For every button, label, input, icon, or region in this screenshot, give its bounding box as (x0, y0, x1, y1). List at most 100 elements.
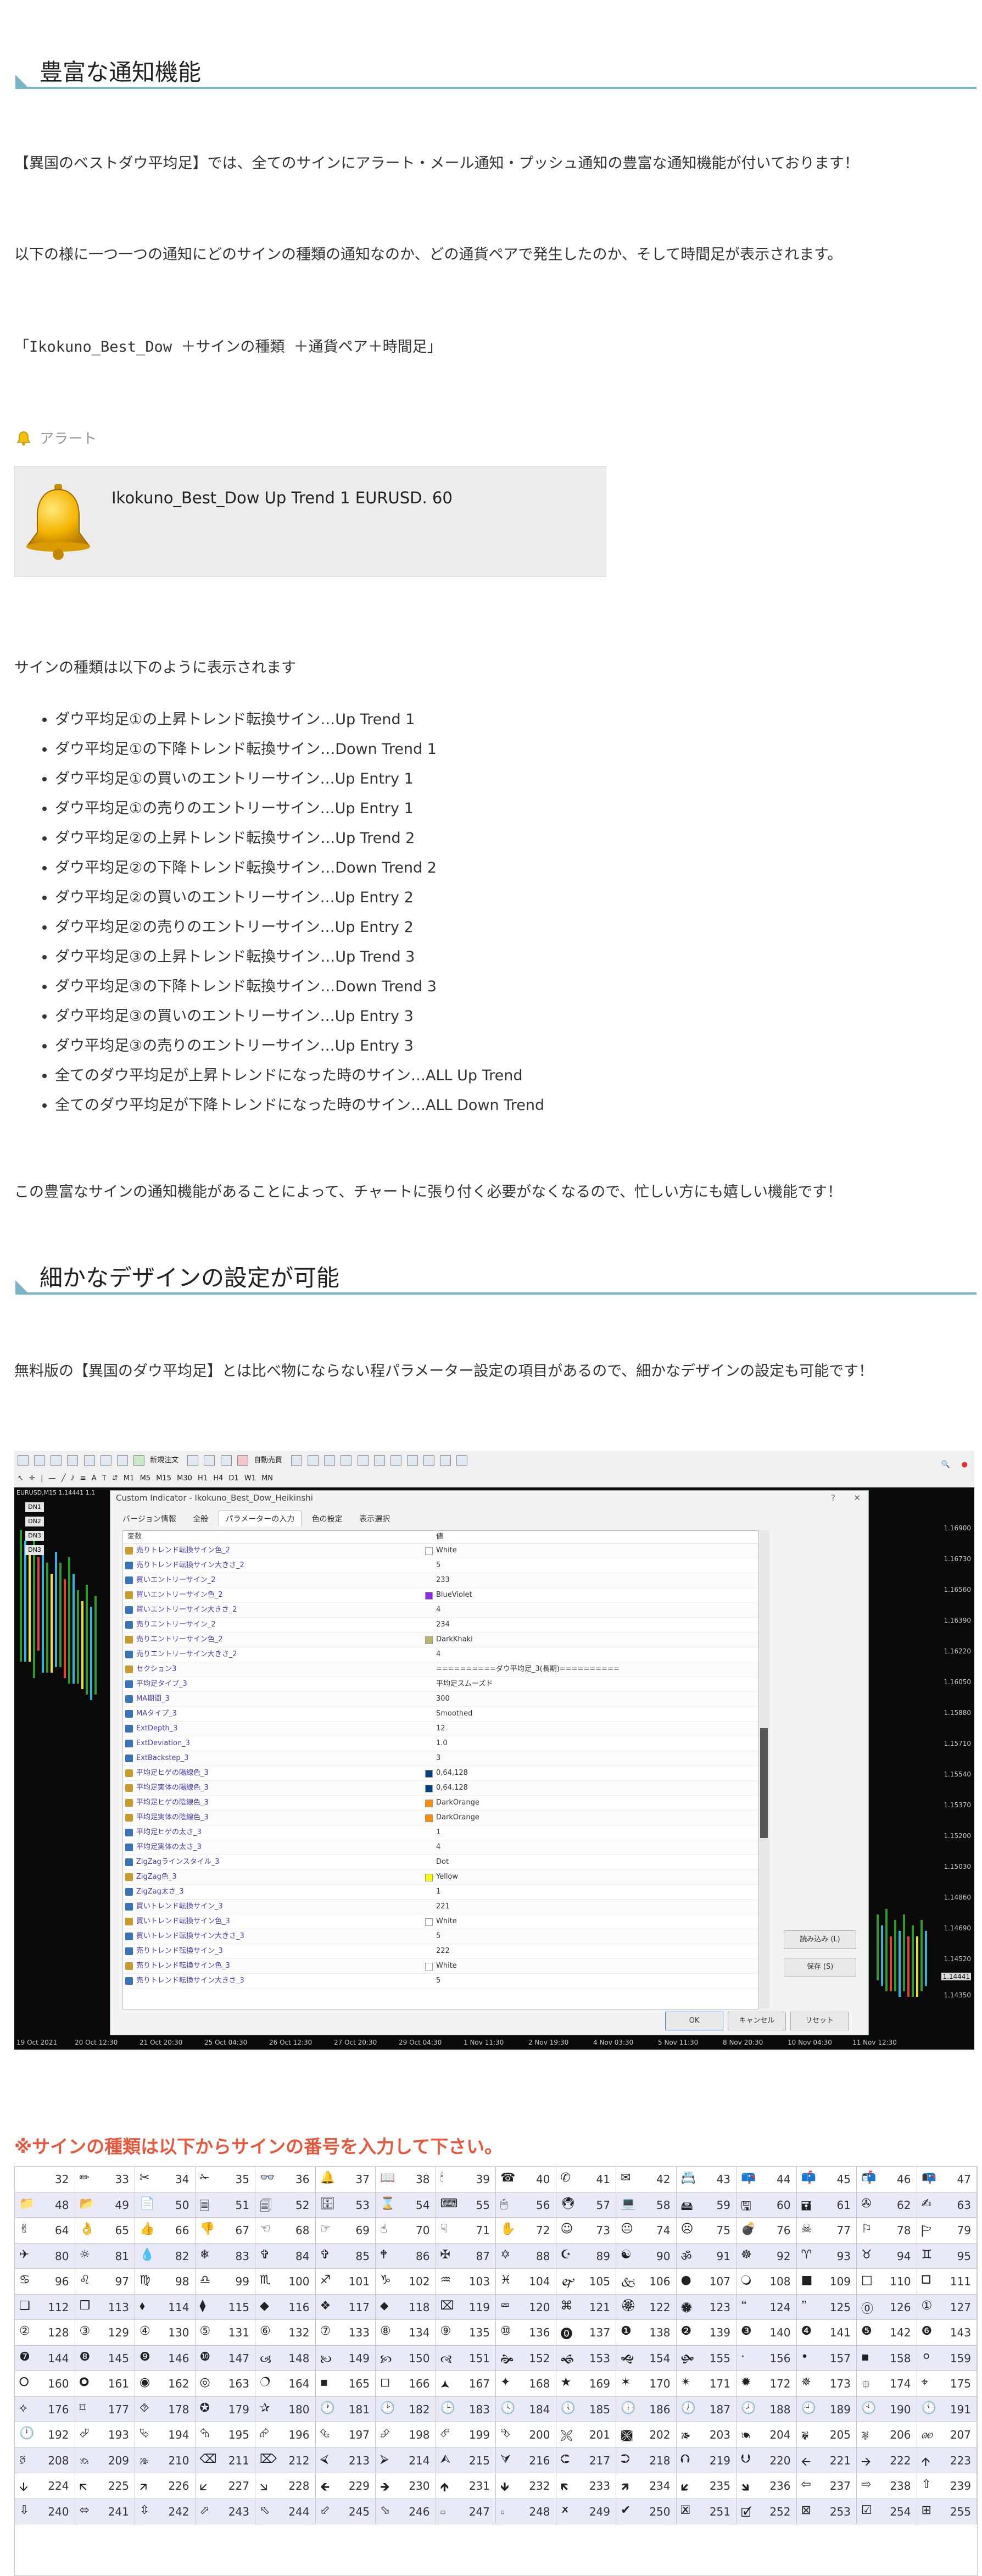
table-row[interactable]: 売りトレンド転換サイン色_3 White (123, 1959, 758, 1974)
parameter-value[interactable]: 1.0 (436, 1736, 448, 1751)
table-row[interactable]: 買いトレンド転換サイン大きさ_3 5 (123, 1929, 758, 1944)
terminal-icon[interactable] (100, 1455, 111, 1467)
tf-h1[interactable]: H1 (198, 1470, 208, 1487)
reset-button[interactable]: リセット (790, 2012, 849, 2030)
table-row[interactable]: 平均足タイプ_3 平均足スムーズド (123, 1677, 758, 1692)
table-row[interactable]: 売りトレンド転換サイン_3 222 (123, 1944, 758, 1959)
tab-version[interactable]: バージョン情報 (116, 1511, 183, 1526)
table-row[interactable]: 平均足ヒゲの陰線色_3 DarkOrange (123, 1796, 758, 1811)
parameter-value[interactable]: DarkOrange (436, 1796, 479, 1810)
zoom-in-icon[interactable] (341, 1455, 352, 1467)
indicators-icon[interactable] (423, 1455, 435, 1467)
table-row[interactable]: ZigZag色_3 Yellow (123, 1870, 758, 1885)
close-button[interactable]: ✕ (853, 1493, 861, 1503)
parameter-value[interactable]: 221 (436, 1900, 450, 1914)
parameter-value[interactable]: 12 (436, 1722, 445, 1736)
candle-chart-icon[interactable] (308, 1455, 319, 1467)
parameter-value[interactable]: White (436, 1914, 457, 1929)
autoscroll-icon[interactable] (390, 1455, 401, 1467)
parameter-value[interactable]: 300 (436, 1692, 450, 1706)
table-row[interactable]: 売りエントリーサイン_2 234 (123, 1618, 758, 1633)
tab-general[interactable]: 全般 (186, 1511, 215, 1526)
tf-m1[interactable]: M1 (124, 1470, 135, 1487)
tile-windows-icon[interactable] (373, 1455, 385, 1467)
parameter-value[interactable]: 233 (436, 1573, 450, 1587)
chart-shift-icon[interactable] (406, 1455, 418, 1467)
zoom-out-icon[interactable] (357, 1455, 369, 1467)
bar-chart-icon[interactable] (291, 1455, 302, 1467)
parameter-value[interactable]: Smoothed (436, 1707, 472, 1721)
parameter-value[interactable]: 4 (436, 1840, 440, 1855)
table-row[interactable]: ExtDeviation_3 1.0 (123, 1736, 758, 1751)
table-row[interactable]: 買いトレンド転換サイン色_3 White (123, 1914, 758, 1929)
scrollbar-thumb[interactable] (760, 1728, 768, 1838)
parameter-value[interactable]: 0,64,128 (436, 1781, 468, 1795)
table-row[interactable]: MA期間_3 300 (123, 1692, 758, 1707)
table-row[interactable]: 平均足ヒゲの陽線色_3 0,64,128 (123, 1766, 758, 1781)
table-row[interactable]: 平均足実体の陰線色_3 DarkOrange (123, 1811, 758, 1825)
table-row[interactable]: 売りエントリーサイン色_2 DarkKhaki (123, 1633, 758, 1647)
table-row[interactable]: 売りトレンド転換サイン色_2 White (123, 1544, 758, 1558)
tf-d1[interactable]: D1 (228, 1470, 238, 1487)
parameter-value[interactable]: DarkKhaki (436, 1633, 473, 1647)
table-row[interactable]: ZigZagラインスタイル_3 Dot (123, 1855, 758, 1870)
table-row[interactable]: ExtBackstep_3 3 (123, 1751, 758, 1766)
parameter-value[interactable]: 4 (436, 1647, 440, 1662)
parameter-value[interactable]: 5 (436, 1974, 440, 1988)
parameter-value[interactable]: BlueViolet (436, 1588, 472, 1602)
trendline-icon[interactable]: ╱ (62, 1470, 66, 1487)
table-scrollbar[interactable] (758, 1530, 769, 2008)
help-button[interactable]: ? (831, 1493, 835, 1503)
tab-visualization[interactable]: 表示選択 (353, 1511, 397, 1526)
new-order-button[interactable]: 新規注文 (133, 1451, 182, 1471)
navigator-icon[interactable] (83, 1455, 95, 1467)
parameter-value[interactable]: 4 (436, 1603, 440, 1617)
vertical-line-icon[interactable]: | (41, 1470, 43, 1487)
cancel-button[interactable]: キャンセル (728, 2012, 786, 2030)
signals-icon[interactable] (204, 1455, 215, 1467)
parameter-value[interactable]: 平均足スムーズド (436, 1677, 493, 1691)
tab-colors[interactable]: 色の設定 (305, 1511, 349, 1526)
parameter-value[interactable]: Yellow (436, 1870, 458, 1884)
table-row[interactable]: 買いエントリーサイン_2 233 (123, 1573, 758, 1588)
editor-icon[interactable] (187, 1455, 199, 1467)
cursor-icon[interactable]: ↖ (18, 1470, 24, 1487)
parameter-value[interactable]: White (436, 1959, 457, 1973)
profiles-icon[interactable] (34, 1455, 46, 1467)
fibo-icon[interactable]: ≡ (80, 1470, 86, 1487)
save-button[interactable]: 保存 (S) (784, 1958, 856, 1977)
parameter-value[interactable]: DarkOrange (436, 1811, 479, 1825)
parameter-value[interactable]: 234 (436, 1618, 450, 1632)
table-row[interactable]: MAタイプ_3 Smoothed (123, 1707, 758, 1722)
tf-m5[interactable]: M5 (140, 1470, 151, 1487)
parameter-value[interactable]: 1 (436, 1825, 440, 1840)
parameter-value[interactable]: 222 (436, 1944, 450, 1958)
parameter-value[interactable]: Dot (436, 1855, 449, 1869)
tf-m15[interactable]: M15 (156, 1470, 171, 1487)
parameter-value[interactable]: 5 (436, 1558, 440, 1573)
parameter-value[interactable]: 5 (436, 1929, 440, 1944)
parameter-value[interactable]: 1 (436, 1885, 440, 1899)
table-row[interactable]: 買いエントリーサイン大きさ_2 4 (123, 1603, 758, 1618)
label-icon[interactable]: T (102, 1470, 107, 1487)
table-row[interactable]: 買いトレンド転換サイン_3 221 (123, 1900, 758, 1914)
tester-icon[interactable] (116, 1455, 128, 1467)
parameter-value[interactable]: 0,64,128 (436, 1766, 468, 1780)
horizontal-line-icon[interactable]: — (49, 1470, 56, 1487)
new-chart-icon[interactable] (18, 1455, 29, 1467)
arrows-icon[interactable]: ⇵ (112, 1470, 118, 1487)
table-row[interactable]: 平均足実体の太さ_3 4 (123, 1840, 758, 1855)
text-icon[interactable]: A (92, 1470, 97, 1487)
tf-mn[interactable]: MN (261, 1470, 273, 1487)
parameter-value[interactable]: 3 (436, 1751, 440, 1766)
table-row[interactable]: 売りトレンド転換サイン大きさ_3 5 (123, 1974, 758, 1989)
ok-button[interactable]: OK (665, 2012, 723, 2030)
table-row[interactable]: 売りエントリーサイン大きさ_2 4 (123, 1647, 758, 1662)
market-watch-icon[interactable] (51, 1455, 62, 1467)
table-row[interactable]: 買いエントリーサイン色_2 BlueViolet (123, 1588, 758, 1603)
table-row[interactable]: 平均足ヒゲの太さ_3 1 (123, 1825, 758, 1840)
tf-w1[interactable]: W1 (244, 1470, 256, 1487)
periods-icon[interactable] (440, 1455, 451, 1467)
table-row[interactable]: 売りトレンド転換サイン大きさ_2 5 (123, 1558, 758, 1573)
tf-h4[interactable]: H4 (213, 1470, 223, 1487)
